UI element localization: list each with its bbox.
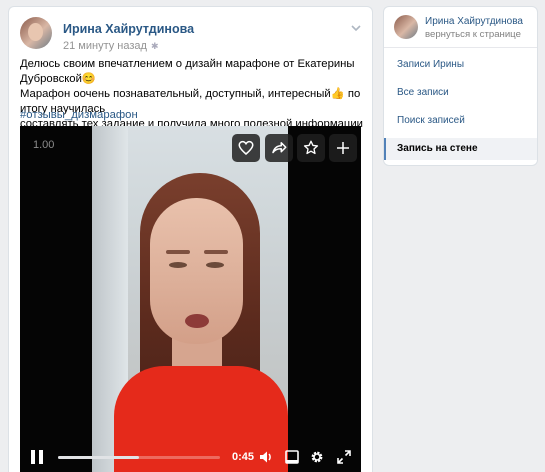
sidebar-profile-name[interactable]: Ирина Хайрутдинова xyxy=(425,16,523,27)
right-brow xyxy=(204,250,228,254)
right-eye xyxy=(206,262,224,268)
add-video-button[interactable] xyxy=(329,134,357,162)
post-time-text[interactable]: 21 минуту назад xyxy=(63,40,147,52)
video-player[interactable]: 1.00 0:45 xyxy=(20,126,361,472)
chevron-down-icon[interactable] xyxy=(351,23,361,33)
left-brow xyxy=(166,250,190,254)
post-text-line: Делюсь своим впечатлением о дизайн мараф… xyxy=(20,58,355,85)
post-header: Ирина Хайрутдинова 21 минуту назад ✱ xyxy=(20,17,363,57)
audience-icon: ✱ xyxy=(150,41,159,51)
wall-post: Ирина Хайрутдинова 21 минуту назад ✱ Делю… xyxy=(8,6,373,472)
favorite-video-button[interactable] xyxy=(297,134,325,162)
sidebar-item-search-posts[interactable]: Поиск записей xyxy=(384,110,537,132)
mouth xyxy=(185,314,209,328)
hashtag-link[interactable]: #отзывы_дизмарафон xyxy=(20,109,138,121)
volume-button[interactable] xyxy=(258,449,274,465)
author-avatar[interactable] xyxy=(20,17,52,49)
sidebar-item-wall-post[interactable]: Запись на стене xyxy=(384,138,537,160)
sidebar-menu: Записи Ирины Все записи Поиск записей За… xyxy=(384,48,537,165)
share-icon xyxy=(272,142,287,154)
post-time[interactable]: 21 минуту назад ✱ xyxy=(63,40,160,52)
person-face xyxy=(150,198,243,344)
like-video-button[interactable] xyxy=(232,134,260,162)
author-name[interactable]: Ирина Хайрутдинова xyxy=(63,22,194,36)
video-current-time: 0:45 xyxy=(232,451,255,463)
sidebar-item-all-posts[interactable]: Все записи xyxy=(384,82,537,104)
video-progress-fill xyxy=(58,456,139,459)
share-video-button[interactable] xyxy=(265,134,293,162)
miniplayer-button[interactable] xyxy=(284,449,300,465)
settings-button[interactable] xyxy=(309,449,325,465)
star-icon xyxy=(303,140,319,155)
settings-icon xyxy=(311,451,323,463)
pause-button[interactable] xyxy=(30,449,44,465)
video-progress-bar[interactable] xyxy=(58,456,220,459)
plus-icon xyxy=(337,142,349,154)
pause-icon xyxy=(31,450,43,464)
sidebar-item-irina-posts[interactable]: Записи Ирины xyxy=(384,54,537,76)
heart-icon xyxy=(238,140,254,155)
sidebar-avatar[interactable] xyxy=(394,15,418,39)
fullscreen-icon xyxy=(337,450,351,464)
sidebar-profile[interactable]: Ирина Хайрутдинова вернуться к странице xyxy=(384,7,537,48)
left-eye xyxy=(169,262,187,268)
volume-icon xyxy=(260,451,271,463)
video-controls: 0:45 xyxy=(20,439,361,472)
video-frame xyxy=(92,126,288,472)
miniplayer-icon xyxy=(285,450,299,464)
video-quality-label: 1.00 xyxy=(33,139,55,151)
sidebar-back-link[interactable]: вернуться к странице xyxy=(425,29,521,40)
wall-sidebar: Ирина Хайрутдинова вернуться к странице … xyxy=(383,6,538,166)
fullscreen-button[interactable] xyxy=(336,449,352,465)
